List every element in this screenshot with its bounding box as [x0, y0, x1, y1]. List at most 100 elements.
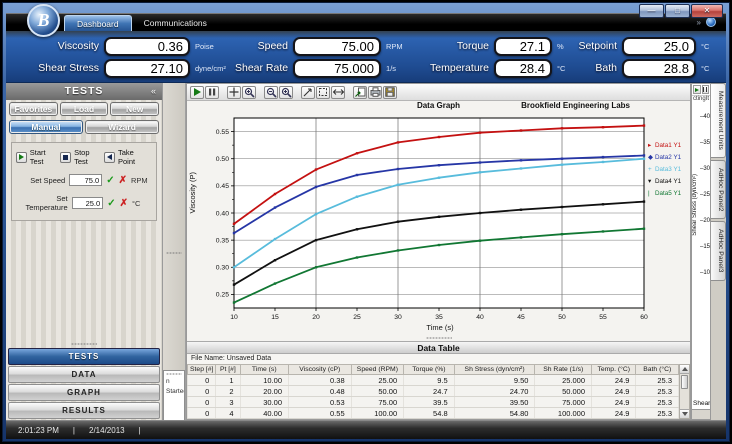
play-icon[interactable]: [693, 85, 701, 94]
column-header[interactable]: Speed (RPM): [351, 365, 404, 375]
set-speed-row: Set Speed75.0✓✗RPM: [15, 174, 153, 186]
crosshair-icon[interactable]: [227, 86, 241, 99]
pan-icon[interactable]: [331, 86, 345, 99]
legend-item[interactable]: |Data5 Y1: [648, 188, 689, 200]
confirm-icon[interactable]: ✓: [106, 175, 114, 186]
set-temperature-input[interactable]: 25.0: [72, 197, 104, 209]
svg-text:45: 45: [517, 314, 525, 321]
svg-text:25: 25: [353, 314, 361, 321]
column-header[interactable]: Pt [#]: [216, 365, 240, 375]
close-button[interactable]: ✕: [691, 4, 723, 18]
tab-communications[interactable]: Communications: [132, 15, 219, 31]
shear-stress-ticks: –40–35–30–25–20–15–10: [700, 114, 710, 296]
load-button[interactable]: Load: [60, 102, 109, 116]
table-cell: 1: [216, 375, 240, 386]
zoom-out-icon[interactable]: [264, 86, 278, 99]
data-table-wrap: Step [#]Pt [#]Time (s)Viscosity (cP)Spee…: [187, 364, 690, 419]
column-header[interactable]: Temp. (°C): [592, 365, 636, 375]
print-graph-icon[interactable]: [368, 86, 382, 99]
column-header[interactable]: Sh Stress (dyn/cm²): [454, 365, 535, 375]
manual-button[interactable]: Manual: [9, 120, 83, 134]
splitter-grip-icon: [166, 252, 182, 254]
test-control-row: Start TestStop TestTake Point: [15, 148, 153, 166]
table-scrollbar[interactable]: [679, 364, 690, 419]
cancel-icon[interactable]: ✗: [120, 198, 128, 209]
column-header[interactable]: Torque (%): [404, 365, 455, 375]
set-speed-input[interactable]: 75.0: [69, 174, 102, 186]
rheometer-app-window: { "window": { "minimize_glyph": "—", "ma…: [0, 0, 732, 444]
legend-item[interactable]: +Data3 Y1: [648, 164, 689, 176]
sidebar-item-tests[interactable]: TESTS: [8, 348, 160, 365]
save-graph-icon[interactable]: [383, 86, 397, 99]
test-button-label: Start Test: [30, 148, 61, 166]
horizontal-scrollbar[interactable]: [692, 409, 710, 419]
legend-item[interactable]: ▾Data4 Y1: [648, 176, 689, 188]
tab-measurement-units[interactable]: Measurement Units: [711, 83, 726, 158]
table-row[interactable]: 0110.000.3825.009.59.5025.00024.925.3: [188, 375, 679, 386]
take-point-button[interactable]: Take Point: [104, 148, 152, 166]
scroll-up-icon[interactable]: [680, 365, 689, 374]
legend-item[interactable]: ▸Data1 Y1: [648, 140, 689, 152]
sidebar-item-results[interactable]: RESULTS: [8, 402, 160, 419]
column-header[interactable]: Time (s): [240, 365, 288, 375]
tab-dashboard[interactable]: Dashboard: [64, 15, 132, 31]
readout-value: 27.10: [104, 59, 190, 78]
data-graph-plot[interactable]: 10152025303540455055600.250.300.350.400.…: [200, 114, 652, 327]
maximize-button[interactable]: □: [665, 4, 690, 18]
svg-text:10: 10: [230, 314, 238, 321]
zoom-in-icon[interactable]: [279, 86, 293, 99]
sidebar-splitter[interactable]: [6, 340, 162, 347]
svg-text:55: 55: [599, 314, 607, 321]
table-cell: 24.9: [592, 386, 636, 397]
scroll-thumb[interactable]: [681, 375, 688, 389]
readout-label: Temperature: [412, 62, 489, 74]
confirm-icon[interactable]: ✓: [107, 198, 115, 209]
copy-graph-icon[interactable]: [353, 86, 367, 99]
vertical-splitter[interactable]: n Started: [163, 83, 186, 420]
status-date: 2/14/2013: [89, 426, 125, 435]
table-row[interactable]: 0330.000.5375.0039.539.5075.00024.925.3: [188, 397, 679, 408]
select-box-icon[interactable]: [316, 86, 330, 99]
status-separator: |: [73, 426, 75, 435]
sidebar-item-data[interactable]: DATA: [8, 366, 160, 383]
scroll-down-icon[interactable]: [680, 409, 689, 418]
play-icon[interactable]: [190, 86, 204, 99]
table-cell: 25.3: [636, 386, 679, 397]
table-cell: 25.00: [351, 375, 404, 386]
tab-adhoc-panel2[interactable]: AdHoc Panel2: [711, 160, 726, 219]
pause-icon[interactable]: [205, 86, 219, 99]
brookfield-orb-icon[interactable]: [706, 17, 716, 27]
sidebar-item-graph[interactable]: GRAPH: [8, 384, 160, 401]
column-header[interactable]: Step [#]: [188, 365, 216, 375]
tab-adhoc-panel3[interactable]: AdHoc Panel3: [711, 221, 726, 280]
zoom-window-icon[interactable]: [242, 86, 256, 99]
start-test-button[interactable]: Start Test: [16, 148, 60, 166]
setpoint-fields: Set Speed75.0✓✗RPMSet Temperature25.0✓✗°…: [15, 174, 153, 212]
column-header[interactable]: Bath (°C): [636, 365, 679, 375]
pause-icon[interactable]: [702, 85, 710, 94]
table-row[interactable]: 0220.000.4850.0024.724.7050.00024.925.3: [188, 386, 679, 397]
readout-value: 75.00: [293, 37, 381, 56]
wizard-button[interactable]: Wizard: [85, 120, 159, 134]
column-header[interactable]: Viscosity (cP): [289, 365, 352, 375]
stop-test-button[interactable]: Stop Test: [60, 148, 104, 166]
table-cell: 20.00: [240, 386, 288, 397]
chevron-icon: »: [697, 18, 701, 27]
graph-table-splitter[interactable]: [187, 334, 690, 341]
trace-icon[interactable]: [301, 86, 315, 99]
dashboard-readouts: Viscosity0.36PoiseSpeed75.00RPMTorque27.…: [6, 31, 726, 83]
readout-value: 75.000: [293, 59, 381, 78]
new-button[interactable]: New: [110, 102, 159, 116]
table-cell: 24.9: [592, 375, 636, 386]
favorites-button[interactable]: Favorites: [9, 102, 58, 116]
legend-item[interactable]: ◆Data2 Y1: [648, 152, 689, 164]
collapse-panel-icon[interactable]: «: [151, 83, 157, 100]
cancel-icon[interactable]: ✗: [119, 175, 127, 186]
minimize-button[interactable]: —: [639, 4, 664, 18]
column-header[interactable]: Sh Rate (1/s): [535, 365, 592, 375]
readout-unit: RPM: [386, 42, 412, 51]
table-cell: 75.00: [351, 397, 404, 408]
readout-unit: °C: [701, 42, 718, 51]
table-cell: 0: [188, 375, 216, 386]
table-row[interactable]: 0440.000.55100.0054.854.80100.00024.925.…: [188, 408, 679, 419]
